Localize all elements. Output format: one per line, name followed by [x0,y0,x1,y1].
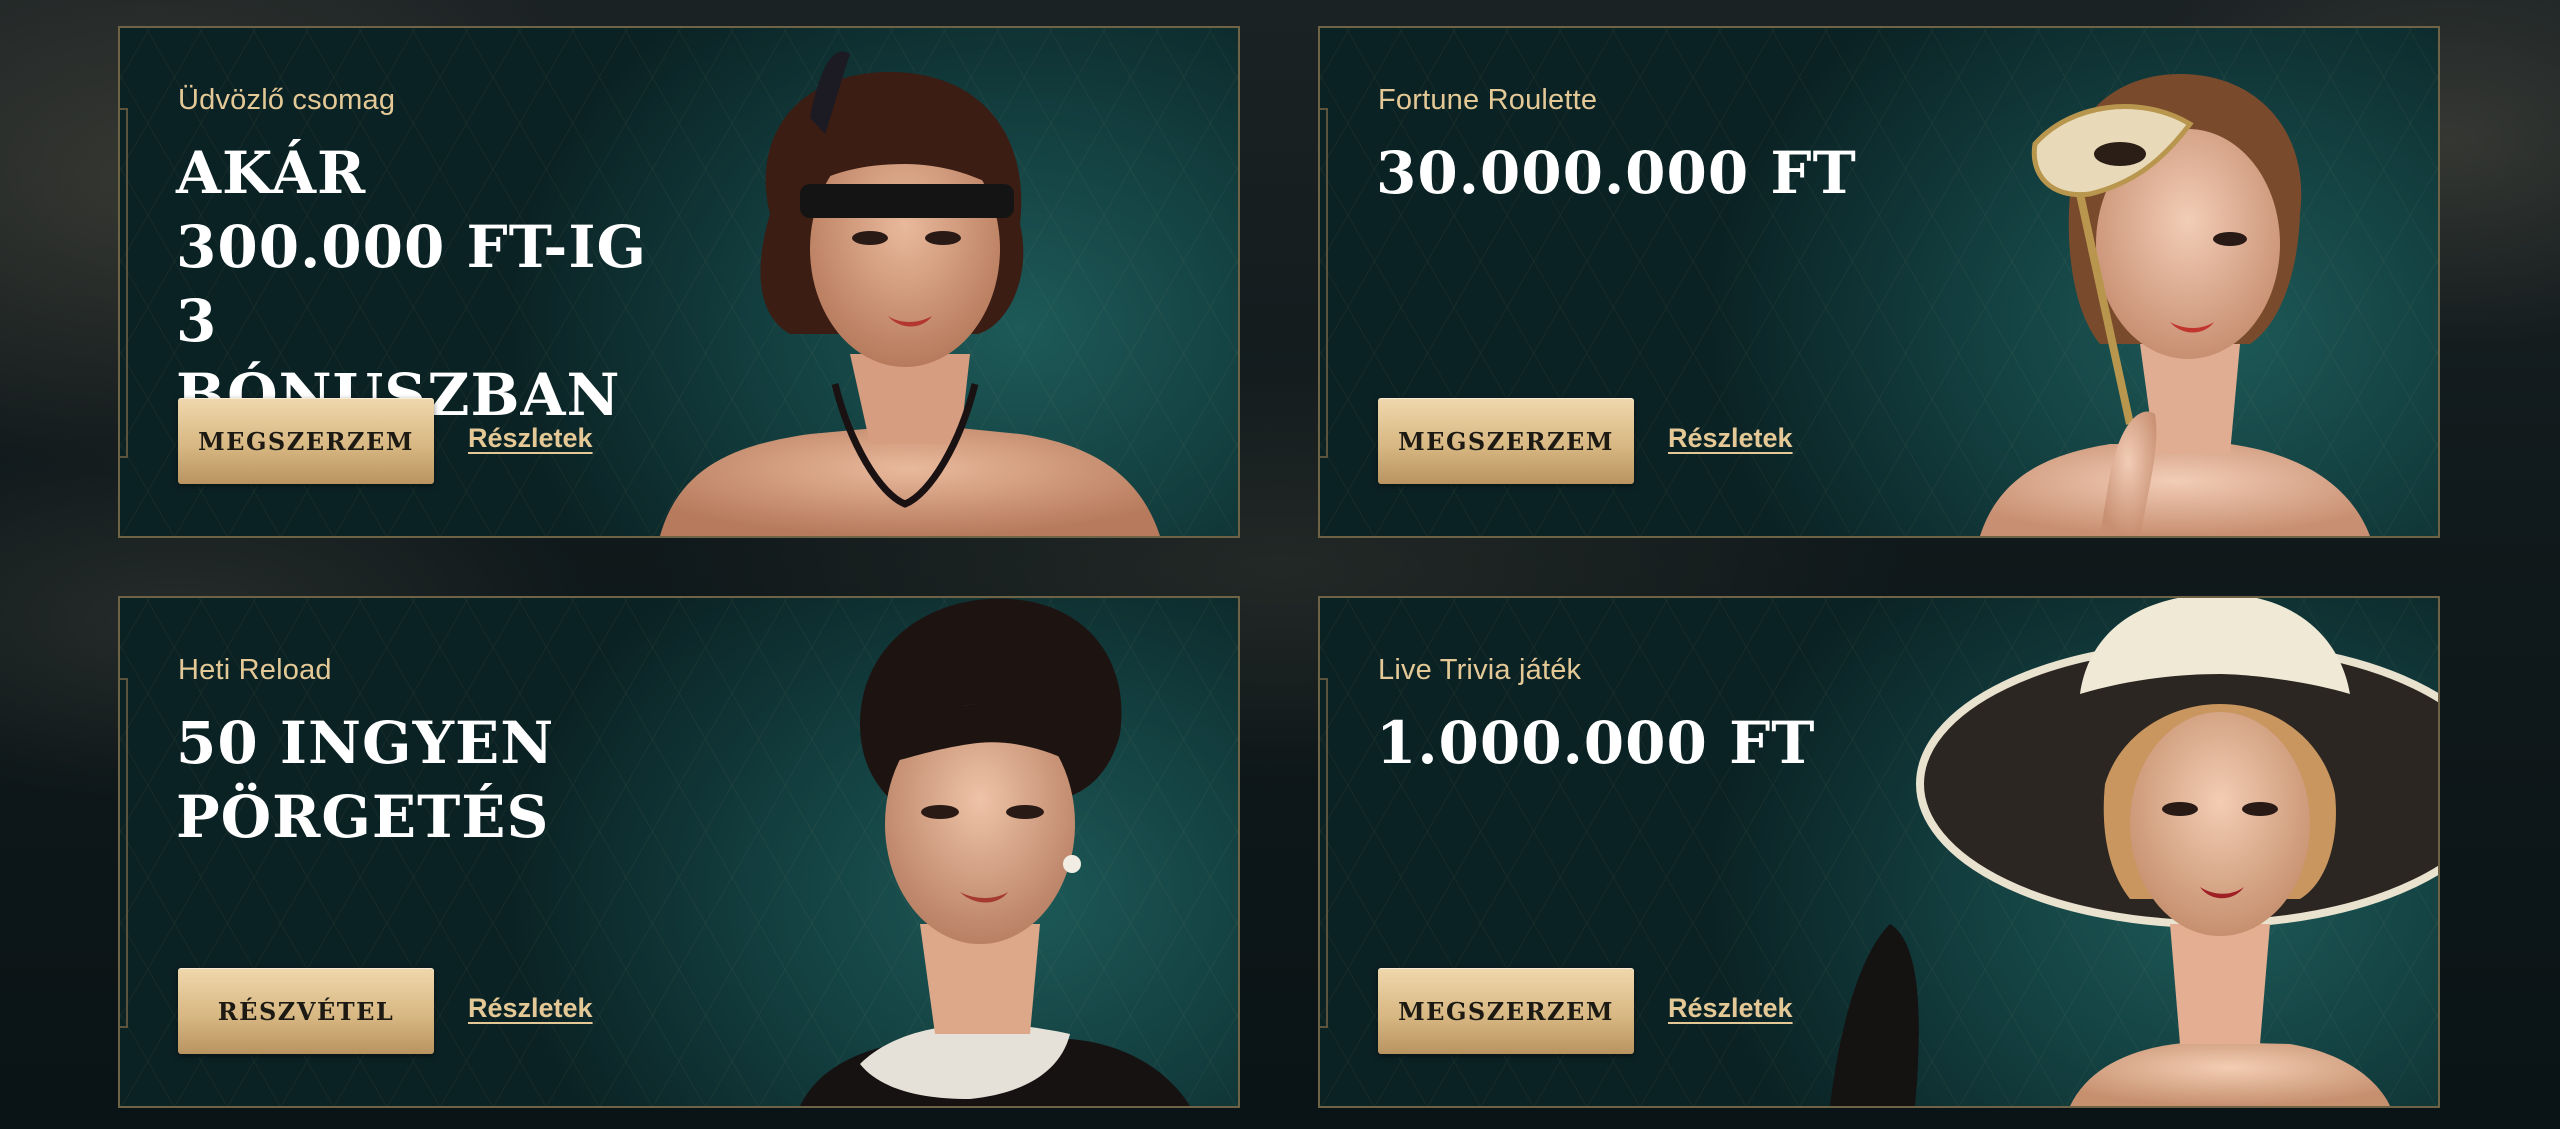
promo-card-fortune-roulette: Fortune Roulette 30.000.000 FT MEGSZERZE… [1318,26,2440,538]
promo-card-live-trivia: Live Trivia játék 1.000.000 FT MEGSZERZE… [1318,596,2440,1108]
promo-headline: 50 INGYEN PÖRGETÉS [176,709,555,851]
promo-card-weekly-reload: Heti Reload 50 INGYEN PÖRGETÉS RÉSZVÉTEL… [118,596,1240,1108]
promo-subtitle: Live Trivia játék [1378,654,1582,686]
masked-woman-portrait [1980,74,2370,536]
promotions-page: Üdvözlő csomag AKÁR 300.000 FT-IG 3 BÓNU… [0,0,2560,1129]
details-link[interactable]: Részletek [468,993,593,1024]
hat-woman-portrait [1830,598,2438,1106]
details-link[interactable]: Részletek [468,423,593,454]
promo-subtitle: Heti Reload [178,654,332,686]
card-edge-ornament [120,108,128,458]
join-button[interactable]: RÉSZVÉTEL [178,968,434,1054]
promo-headline: 1.000.000 FT [1376,709,1816,777]
promo-card-welcome-package: Üdvözlő csomag AKÁR 300.000 FT-IG 3 BÓNU… [118,26,1240,538]
card-edge-ornament [1320,678,1328,1028]
card-edge-ornament [120,678,128,1028]
promo-subtitle: Fortune Roulette [1378,84,1598,116]
card-edge-ornament [1320,108,1328,458]
promo-headline: AKÁR 300.000 FT-IG 3 BÓNUSZBAN [176,139,647,429]
claim-button[interactable]: MEGSZERZEM [1378,398,1634,484]
details-link[interactable]: Részletek [1668,993,1793,1024]
promo-headline: 30.000.000 FT [1376,139,1857,207]
claim-button[interactable]: MEGSZERZEM [1378,968,1634,1054]
flapper-woman-portrait [660,51,1160,536]
elegant-woman-portrait [800,598,1190,1106]
promo-subtitle: Üdvözlő csomag [178,84,396,116]
details-link[interactable]: Részletek [1668,423,1793,454]
claim-button[interactable]: MEGSZERZEM [178,398,434,484]
